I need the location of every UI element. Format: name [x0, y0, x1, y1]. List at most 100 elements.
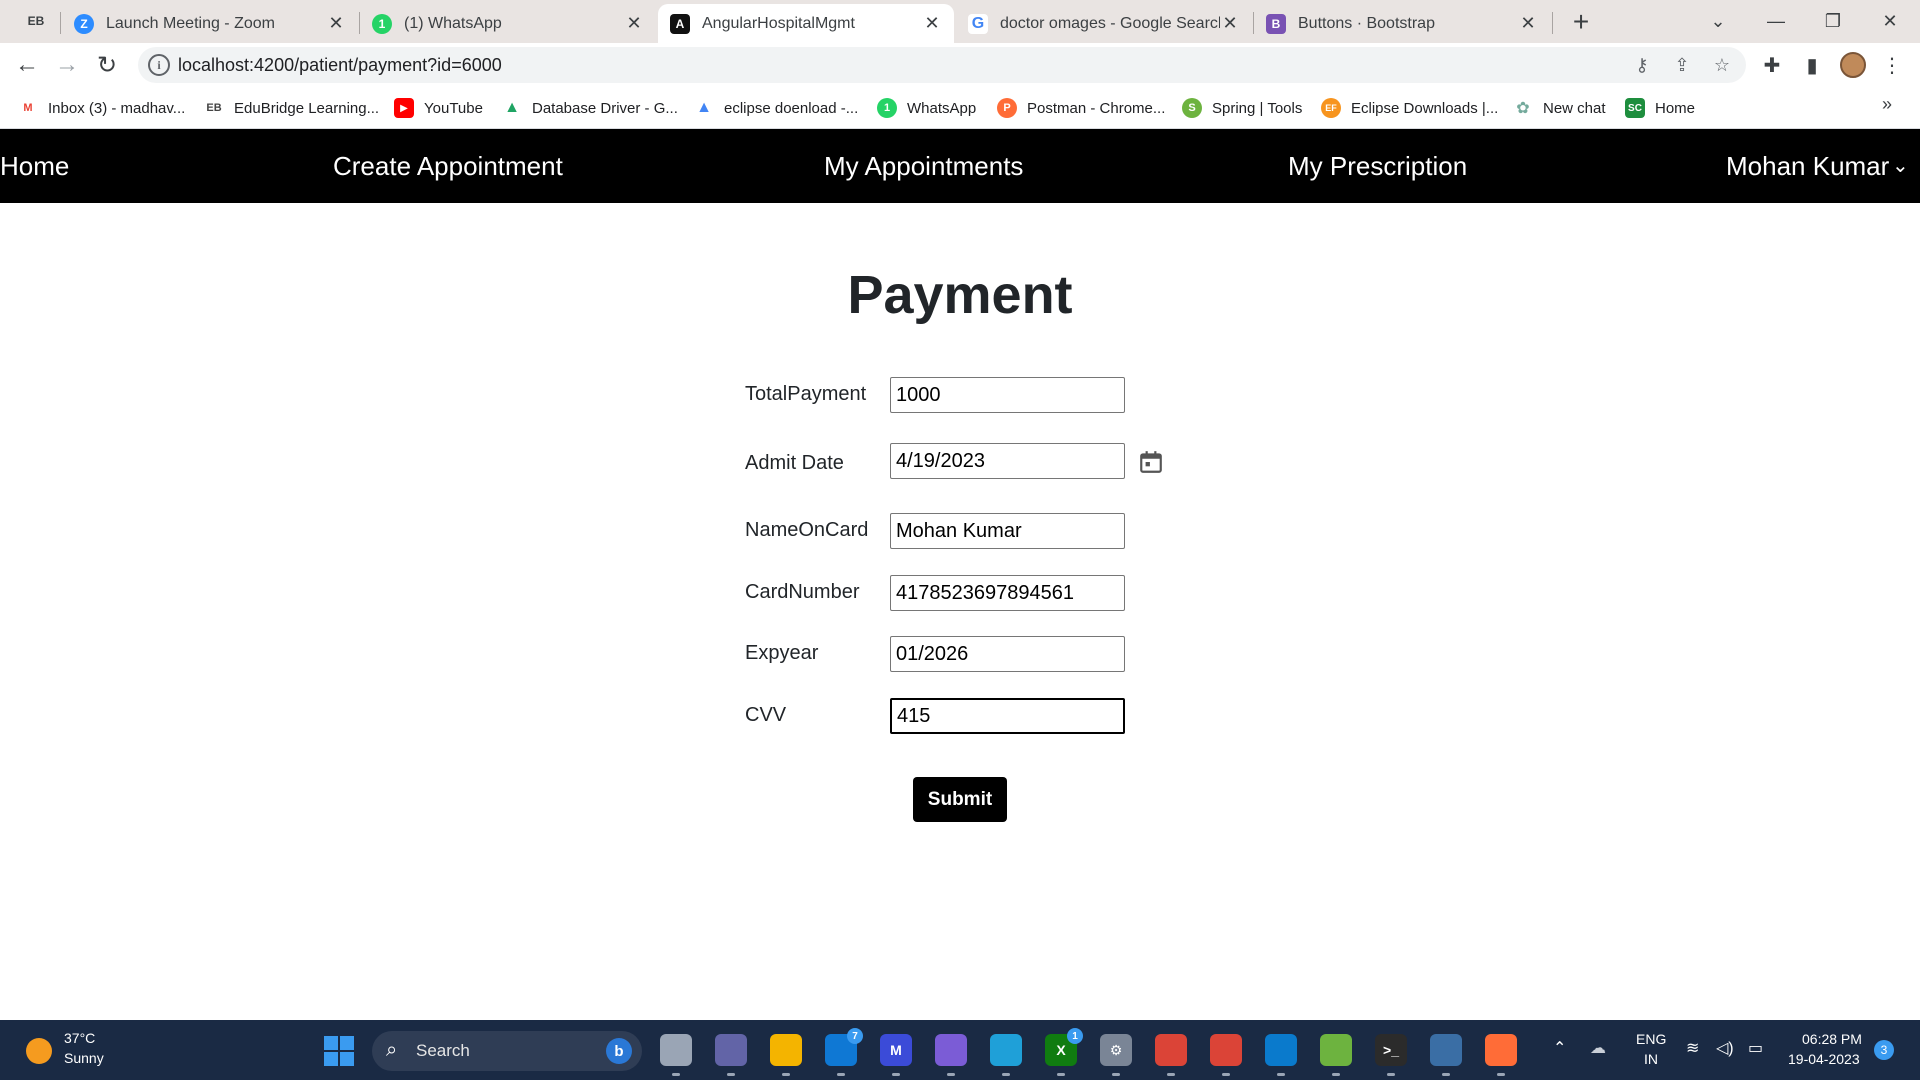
calendar-icon[interactable]	[1138, 448, 1164, 476]
bookmark-new-chat[interactable]: ✿ New chat	[1513, 95, 1606, 121]
bookmark-edubridge[interactable]: EB EduBridge Learning...	[204, 95, 379, 121]
wifi-icon[interactable]: ≋	[1686, 1038, 1699, 1058]
mail-icon[interactable]: 7	[825, 1028, 863, 1066]
battery-icon[interactable]: ▭	[1748, 1038, 1763, 1058]
weather-description[interactable]: Sunny	[64, 1050, 104, 1066]
xbox-icon[interactable]: X1	[1045, 1028, 1083, 1066]
windows-start-icon[interactable]	[324, 1036, 354, 1066]
bookmark-spring-tools[interactable]: S Spring | Tools	[1182, 95, 1302, 121]
close-tab-icon[interactable]: ✕	[1518, 13, 1538, 34]
task-view-icon[interactable]	[660, 1034, 692, 1066]
vscode-icon[interactable]	[1265, 1034, 1297, 1066]
address-bar[interactable]: i localhost:4200/patient/payment?id=6000…	[138, 47, 1746, 83]
site-info-icon[interactable]: i	[148, 54, 170, 76]
nav-my-prescription[interactable]: My Prescription	[1288, 151, 1467, 182]
minimize-icon[interactable]: —	[1758, 6, 1794, 36]
tab-google-search[interactable]: G doctor omages - Google Search ✕	[956, 4, 1252, 43]
tab-title: AngularHospitalMgmt	[702, 14, 855, 32]
bookmark-youtube[interactable]: ▶ YouTube	[394, 95, 483, 121]
bookmarks-bar: M Inbox (3) - madhav... EB EduBridge Lea…	[0, 87, 1920, 129]
youtube-icon: ▶	[394, 98, 414, 118]
terminal-icon[interactable]: >_	[1375, 1034, 1407, 1066]
taskbar-search[interactable]: ⌕ Search b	[372, 1031, 642, 1071]
notification-count-badge[interactable]: 3	[1874, 1040, 1894, 1060]
nav-user-menu[interactable]: Mohan Kumar	[1726, 151, 1889, 182]
close-tab-icon[interactable]: ✕	[624, 13, 644, 34]
running-indicator	[837, 1073, 845, 1076]
mysql-workbench-icon[interactable]	[1430, 1034, 1462, 1066]
close-tab-icon[interactable]: ✕	[922, 13, 942, 34]
edge-icon[interactable]	[990, 1034, 1022, 1066]
bookmark-eclipse-download[interactable]: ▲ eclipse doenload -...	[694, 95, 858, 121]
forward-arrow-icon[interactable]: →	[52, 50, 82, 80]
chrome-icon[interactable]	[1155, 1034, 1187, 1066]
reload-icon[interactable]: ↻	[92, 50, 122, 80]
cvv-input[interactable]	[890, 698, 1125, 734]
new-tab-plus-icon[interactable]: +	[1566, 6, 1596, 37]
app-badge: 7	[847, 1028, 863, 1044]
spring-tools-icon[interactable]	[1320, 1034, 1352, 1066]
bookmark-database-driver[interactable]: ▲ Database Driver - G...	[502, 95, 678, 121]
bookmark-postman[interactable]: P Postman - Chrome...	[997, 95, 1165, 121]
language-indicator[interactable]: ENG	[1636, 1031, 1666, 1047]
total-payment-input[interactable]	[890, 377, 1125, 413]
tab-angular-hospital[interactable]: A AngularHospitalMgmt ✕	[658, 4, 954, 43]
pen-app-icon[interactable]: M	[880, 1034, 912, 1066]
onedrive-icon[interactable]: ☁	[1590, 1038, 1606, 1058]
password-key-icon[interactable]: ⚷	[1630, 53, 1654, 77]
bookmark-star-icon[interactable]: ☆	[1710, 53, 1734, 77]
whatsapp-favicon-icon: 1	[372, 13, 392, 34]
name-on-card-input[interactable]	[890, 513, 1125, 549]
tab-list-chevron-icon[interactable]: ⌄	[1700, 6, 1736, 36]
admit-date-input[interactable]	[890, 443, 1125, 479]
show-hidden-icons-chevron-icon[interactable]: ⌃	[1553, 1038, 1566, 1058]
weather-temperature[interactable]: 37°C	[64, 1030, 95, 1046]
close-window-icon[interactable]: ✕	[1872, 6, 1908, 36]
postman-app-icon[interactable]	[1485, 1034, 1517, 1066]
extensions-puzzle-icon[interactable]: ✚	[1758, 51, 1786, 79]
tab-zoom[interactable]: Z Launch Meeting - Zoom ✕	[62, 4, 358, 43]
running-indicator	[727, 1073, 735, 1076]
nav-my-appointments[interactable]: My Appointments	[824, 151, 1023, 182]
restore-icon[interactable]: ❐	[1815, 6, 1851, 36]
bookmark-whatsapp[interactable]: 1 WhatsApp	[877, 95, 976, 121]
chrome-profile-icon[interactable]	[1210, 1034, 1242, 1066]
side-panel-icon[interactable]: ▮	[1798, 51, 1826, 79]
bookmark-label: eclipse doenload -...	[724, 99, 859, 117]
nav-home[interactable]: Home	[0, 151, 69, 182]
tab-search-icon[interactable]: EB	[22, 9, 50, 33]
url-text[interactable]: localhost:4200/patient/payment?id=6000	[178, 55, 502, 76]
settings-icon[interactable]: ⚙	[1100, 1034, 1132, 1066]
submit-button[interactable]: Submit	[913, 777, 1007, 822]
total-payment-label: TotalPayment	[745, 383, 867, 405]
user-dropdown-chevron-icon[interactable]: ⌄	[1892, 153, 1909, 178]
copilot-icon[interactable]	[935, 1034, 967, 1066]
bing-icon[interactable]: b	[606, 1038, 632, 1064]
teams-icon[interactable]	[715, 1034, 747, 1066]
bookmark-eclipse-downloads[interactable]: EF Eclipse Downloads |...	[1321, 95, 1498, 121]
exp-year-input[interactable]	[890, 636, 1125, 672]
back-arrow-icon[interactable]: ←	[12, 50, 42, 80]
name-on-card-row: NameOnCard	[745, 513, 1185, 549]
card-number-input[interactable]	[890, 575, 1125, 611]
volume-icon[interactable]: ◁)	[1716, 1038, 1734, 1058]
file-explorer-icon[interactable]	[770, 1034, 802, 1066]
language-region[interactable]: IN	[1644, 1051, 1658, 1067]
bookmark-inbox[interactable]: M Inbox (3) - madhav...	[18, 95, 185, 121]
share-icon[interactable]: ⇪	[1670, 53, 1694, 77]
more-bookmarks-chevron-icon[interactable]: »	[1882, 94, 1892, 115]
google-drive-icon: ▲	[694, 98, 714, 118]
tab-bootstrap[interactable]: B Buttons · Bootstrap ✕	[1254, 4, 1550, 43]
sunny-weather-icon[interactable]	[26, 1038, 52, 1064]
nav-create-appointment[interactable]: Create Appointment	[333, 151, 563, 182]
close-tab-icon[interactable]: ✕	[326, 13, 346, 34]
bookmark-home[interactable]: SC Home	[1625, 95, 1695, 121]
close-tab-icon[interactable]: ✕	[1220, 13, 1240, 34]
chrome-menu-icon[interactable]: ⋮	[1878, 51, 1906, 79]
clock-time[interactable]: 06:28 PM	[1802, 1031, 1862, 1047]
profile-avatar[interactable]	[1840, 52, 1866, 78]
tab-whatsapp[interactable]: 1 (1) WhatsApp ✕	[360, 4, 656, 43]
tab-separator	[1552, 12, 1553, 34]
bookmark-label: WhatsApp	[907, 99, 977, 117]
clock-date[interactable]: 19-04-2023	[1788, 1051, 1860, 1067]
